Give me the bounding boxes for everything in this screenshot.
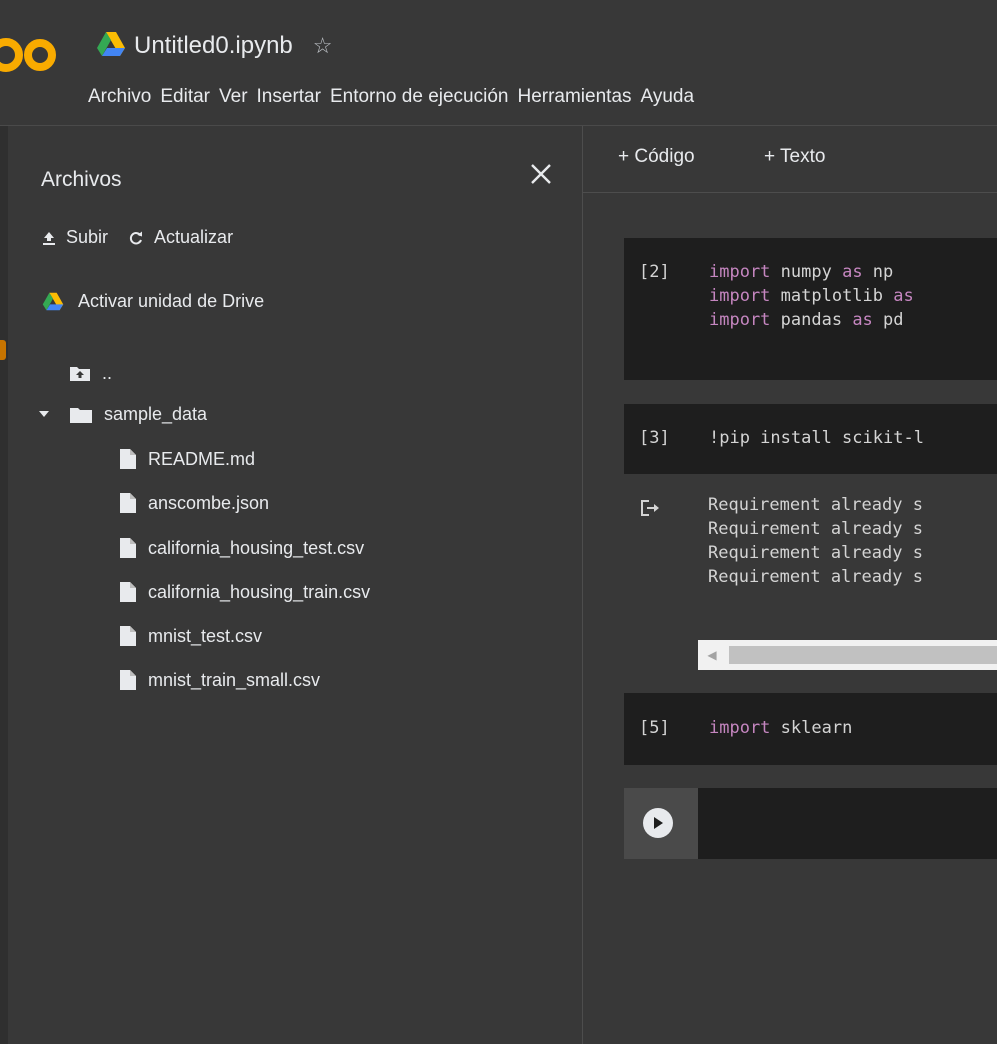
- file-label: california_housing_test.csv: [148, 537, 365, 558]
- tree-item-file[interactable]: california_housing_test.csv: [120, 533, 364, 563]
- code-keyword: import: [709, 310, 771, 330]
- code-keyword: as: [893, 286, 914, 306]
- menu-item-help[interactable]: Ayuda: [641, 86, 695, 108]
- files-sidebar: Archivos Subir Actualizar Activar unidad…: [8, 126, 582, 1044]
- add-code-cell-button[interactable]: + Código: [618, 146, 695, 168]
- app-header: Untitled0.ipynb ☆ Archivo Editar Ver Ins…: [0, 0, 997, 126]
- file-label: README.md: [148, 448, 256, 469]
- notebook-area: + Código + Texto [2] import numpy as np …: [583, 126, 997, 1044]
- code-cell[interactable]: [2] import numpy as np import matplotlib…: [624, 238, 997, 380]
- cell-output: Requirement already s Requirement alread…: [708, 493, 923, 589]
- file-icon: [120, 670, 136, 690]
- upload-label: Subir: [66, 227, 109, 247]
- refresh-button[interactable]: Actualizar: [128, 227, 233, 248]
- menu-item-insert[interactable]: Insertar: [257, 86, 321, 108]
- folder-icon: [70, 406, 92, 423]
- toolbar-divider: [583, 192, 997, 193]
- empty-code-cell[interactable]: [624, 788, 997, 859]
- google-drive-icon: [42, 292, 64, 311]
- folder-up-icon: [70, 365, 90, 381]
- upload-button[interactable]: Subir: [42, 227, 108, 248]
- code-editor[interactable]: !pip install scikit-l: [709, 426, 924, 450]
- refresh-label: Actualizar: [154, 227, 234, 247]
- refresh-icon: [129, 231, 143, 244]
- file-icon: [120, 626, 136, 646]
- scroll-left-icon[interactable]: ◀: [700, 642, 724, 668]
- file-icon: [120, 449, 136, 469]
- code-text: pandas: [770, 310, 853, 330]
- code-keyword: as: [842, 262, 863, 282]
- google-drive-icon: [96, 31, 126, 62]
- code-editor[interactable]: import numpy as np import matplotlib as …: [709, 260, 914, 332]
- play-circle-icon: [654, 817, 663, 829]
- cell-execution-count: [3]: [639, 428, 670, 448]
- file-label: mnist_test.csv: [148, 625, 263, 646]
- tree-item-file[interactable]: anscombe.json: [120, 488, 269, 518]
- code-keyword: import: [709, 718, 771, 738]
- file-icon: [120, 493, 136, 513]
- file-icon: [120, 582, 136, 602]
- code-cell[interactable]: [3] !pip install scikit-l: [624, 404, 997, 474]
- run-cell-button[interactable]: [643, 808, 673, 838]
- star-outline-icon[interactable]: ☆: [313, 33, 333, 59]
- parent-dir-label: ..: [102, 362, 113, 383]
- upload-icon: [43, 231, 55, 245]
- tree-item-file[interactable]: california_housing_train.csv: [120, 577, 370, 607]
- output-redirect-icon[interactable]: [640, 499, 660, 522]
- menu-bar: Archivo Editar Ver Insertar Entorno de e…: [88, 86, 703, 108]
- output-line: Requirement already s: [708, 495, 923, 515]
- code-keyword: as: [852, 310, 873, 330]
- left-rail-indicator: [0, 340, 6, 360]
- code-text: sklearn: [770, 718, 853, 738]
- code-keyword: import: [709, 286, 771, 306]
- cell-execution-count: [5]: [639, 718, 670, 738]
- sidebar-title: Archivos: [41, 168, 122, 191]
- code-text: np: [862, 262, 894, 282]
- tree-item-file[interactable]: README.md: [120, 444, 255, 474]
- output-line: Requirement already s: [708, 519, 923, 539]
- folder-label: sample_data: [104, 403, 208, 424]
- menu-item-edit[interactable]: Editar: [160, 86, 210, 108]
- tree-item-file[interactable]: mnist_test.csv: [120, 621, 262, 651]
- output-horizontal-scrollbar[interactable]: ◀: [698, 640, 997, 670]
- cell-execution-count: [2]: [639, 262, 670, 282]
- notebook-toolbar: + Código + Texto: [583, 126, 997, 192]
- code-editor[interactable]: import sklearn: [709, 716, 852, 740]
- code-text: pd: [872, 310, 904, 330]
- menu-item-runtime[interactable]: Entorno de ejecución: [330, 86, 509, 108]
- tree-item-file[interactable]: mnist_train_small.csv: [120, 665, 320, 695]
- menu-item-view[interactable]: Ver: [219, 86, 248, 108]
- scrollbar-thumb[interactable]: [729, 646, 997, 664]
- left-rail: [0, 126, 8, 1044]
- menu-item-tools[interactable]: Herramientas: [517, 86, 631, 108]
- file-label: mnist_train_small.csv: [148, 669, 321, 690]
- menu-item-file[interactable]: Archivo: [88, 86, 151, 108]
- file-icon: [120, 538, 136, 558]
- notebook-title-row: Untitled0.ipynb ☆: [96, 28, 333, 64]
- code-text: numpy: [770, 262, 843, 282]
- file-actions-toolbar: Subir Actualizar: [42, 227, 253, 248]
- add-text-cell-button[interactable]: + Texto: [764, 146, 825, 168]
- output-line: Requirement already s: [708, 567, 923, 587]
- tree-item-folder-sample-data[interactable]: sample_data: [38, 399, 207, 429]
- colab-logo-icon[interactable]: [0, 30, 60, 80]
- close-icon: [531, 164, 551, 184]
- file-label: california_housing_train.csv: [148, 581, 371, 602]
- close-sidebar-button[interactable]: [523, 156, 559, 192]
- mount-drive-button[interactable]: Activar unidad de Drive: [42, 291, 264, 312]
- code-cell[interactable]: [5] import sklearn: [624, 693, 997, 765]
- code-keyword: import: [709, 262, 771, 282]
- notebook-title[interactable]: Untitled0.ipynb: [134, 32, 293, 60]
- file-label: anscombe.json: [148, 492, 270, 513]
- output-line: Requirement already s: [708, 543, 923, 563]
- chevron-down-icon[interactable]: [38, 410, 50, 418]
- tree-item-parent-dir[interactable]: ..: [70, 358, 112, 388]
- mount-drive-label: Activar unidad de Drive: [78, 291, 265, 311]
- run-gutter: [624, 788, 698, 859]
- code-text: matplotlib: [770, 286, 894, 306]
